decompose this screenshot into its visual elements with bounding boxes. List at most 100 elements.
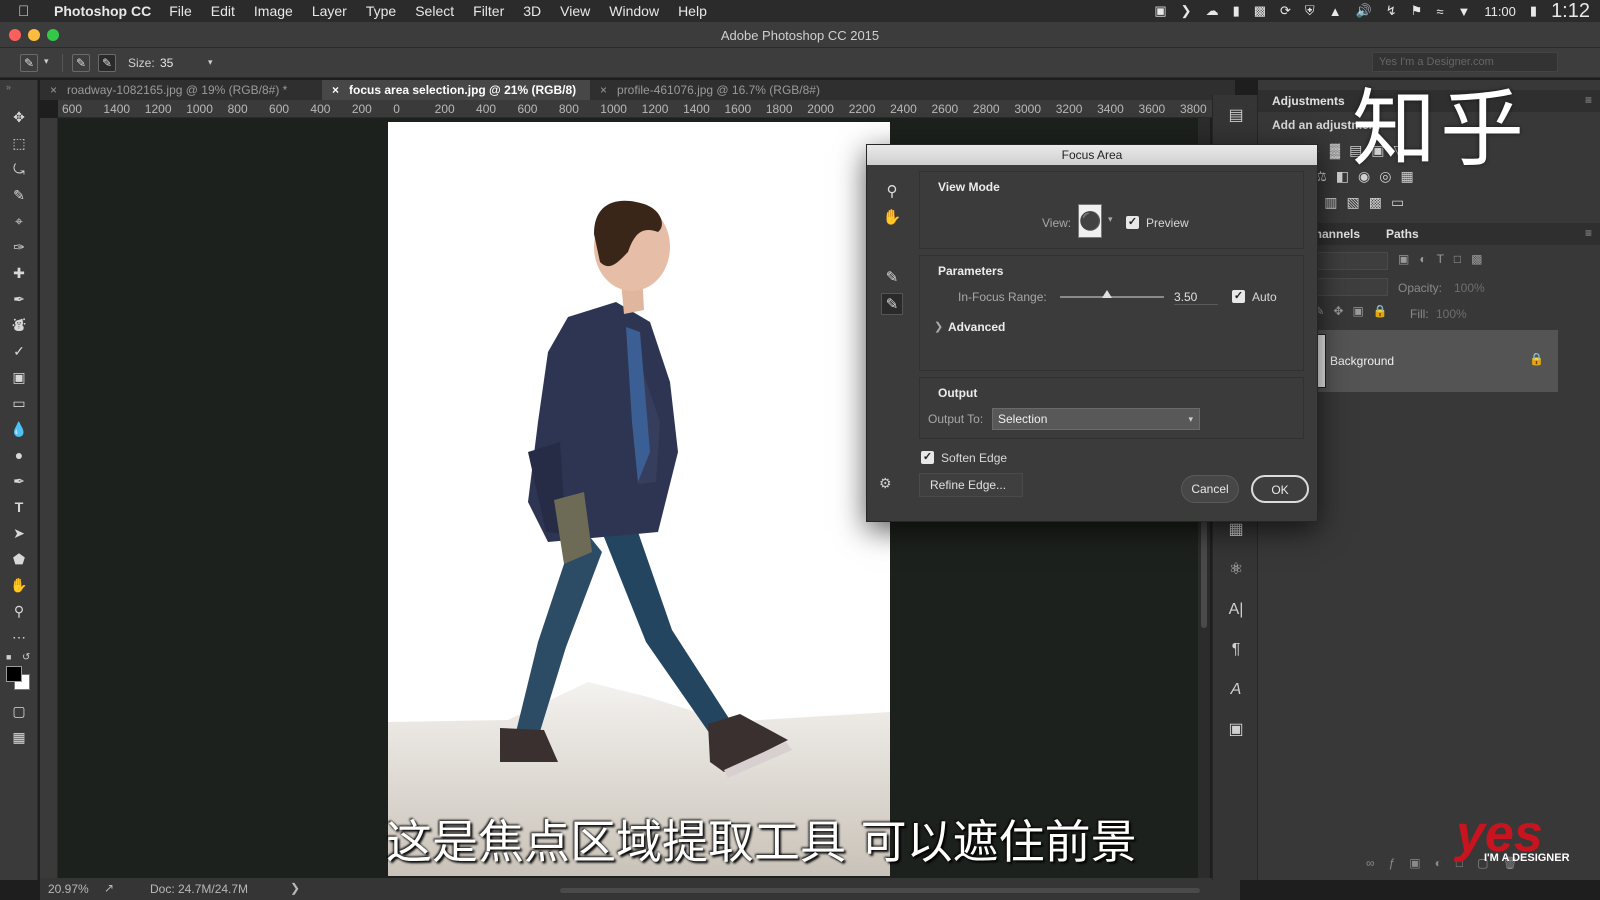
clone-stamp-tool-icon[interactable]: ⛇ — [8, 314, 30, 336]
zoom-level[interactable]: 20.97% — [48, 882, 89, 896]
panel-menu-icon[interactable]: ≡ — [1585, 93, 1592, 107]
menu-file[interactable]: File — [169, 3, 192, 19]
soften-edge-checkbox[interactable]: ✓ — [921, 451, 934, 464]
tab-focus-area-selection[interactable]: × focus area selection.jpg @ 21% (RGB/8) — [322, 80, 590, 100]
character-panel-icon[interactable]: A| — [1225, 599, 1247, 621]
screen-mode-icon[interactable]: ▦ — [8, 726, 30, 748]
move-tool-icon[interactable]: ✥ — [8, 106, 30, 128]
new-adjustment-icon[interactable]: ◐ — [1435, 856, 1456, 870]
hand-tool-icon[interactable]: ✋ — [881, 207, 903, 229]
drive-icon[interactable]: ▲ — [1329, 4, 1342, 19]
horizontal-scrollbar[interactable] — [560, 888, 1200, 893]
advanced-chevron-icon[interactable]: ❯ — [934, 320, 943, 333]
in-focus-range-value[interactable]: 3.50 — [1174, 290, 1218, 305]
adjustments-title[interactable]: Adjustments — [1272, 94, 1345, 108]
dodge-tool-icon[interactable]: ● — [8, 444, 30, 466]
menu-3d[interactable]: 3D — [523, 3, 541, 19]
eraser-tool-icon[interactable]: ▣ — [8, 366, 30, 388]
tool-preset-icon[interactable]: ✎ — [20, 54, 38, 72]
in-focus-range-slider[interactable] — [1060, 296, 1164, 298]
swatches-panel-icon[interactable]: ▦ — [1225, 519, 1247, 541]
tab-paths[interactable]: Paths — [1386, 227, 1419, 241]
cancel-button[interactable]: Cancel — [1181, 475, 1239, 503]
view-dropdown-icon[interactable]: ▾ — [1108, 214, 1113, 225]
menu-window[interactable]: Window — [609, 3, 659, 19]
notes-panel-icon[interactable]: ▣ — [1225, 719, 1247, 741]
panel-collapse-icon[interactable]: » — [6, 82, 11, 92]
default-colors-icon[interactable]: ■ — [6, 652, 11, 662]
export-icon[interactable]: ↗ — [104, 881, 114, 895]
battery-menu-icon[interactable]: ▮ — [1233, 3, 1240, 19]
shield-icon[interactable]: ⛨ — [1305, 3, 1315, 19]
vertical-ruler[interactable] — [40, 118, 58, 880]
layer-style-icon[interactable]: ƒ — [1389, 856, 1410, 870]
foreground-color-swatch[interactable] — [6, 666, 22, 682]
menu-type[interactable]: Type — [366, 3, 396, 19]
gradient-map-icon[interactable]: ▭ — [1391, 194, 1413, 210]
brush-presets-icon[interactable]: ⚛ — [1225, 559, 1247, 581]
menu-layer[interactable]: Layer — [312, 3, 347, 19]
link-layers-icon[interactable]: ∞ — [1366, 856, 1389, 870]
ok-button[interactable]: OK — [1251, 475, 1309, 503]
hand-tool-icon[interactable]: ✋ — [8, 574, 30, 596]
flag-icon[interactable]: ⚑ — [1411, 3, 1423, 19]
threshold-icon[interactable]: ▧ — [1346, 194, 1368, 210]
in-focus-range-slider-thumb[interactable] — [1101, 290, 1112, 298]
wifi-icon[interactable]: ≈ — [1436, 4, 1443, 19]
posterize-icon[interactable]: ▥ — [1324, 194, 1346, 210]
levels-icon[interactable]: ▓ — [1330, 142, 1349, 158]
app-menu[interactable]: Photoshop CC — [54, 3, 151, 19]
path-selection-tool-icon[interactable]: ➤ — [8, 522, 30, 544]
focus-area-add-tool-icon[interactable]: ✎ — [881, 267, 903, 289]
zoom-tool-icon[interactable]: ⚲ — [8, 600, 30, 622]
zoom-tool-icon[interactable]: ⚲ — [881, 181, 903, 203]
layer-name[interactable]: Background — [1330, 354, 1394, 368]
shape-tool-icon[interactable]: ⬟ — [8, 548, 30, 570]
menu-filter[interactable]: Filter — [473, 3, 504, 19]
pen-tool-icon[interactable]: ✒ — [8, 470, 30, 492]
healing-brush-tool-icon[interactable]: ✚ — [8, 262, 30, 284]
swap-colors-icon[interactable]: ↺ — [22, 652, 30, 663]
cloud-icon[interactable]: ☁ — [1206, 3, 1219, 19]
preview-checkbox[interactable]: ✓ — [1126, 216, 1139, 229]
volume-icon[interactable]: 🔊 — [1356, 3, 1372, 19]
focus-area-subtract-tool-icon[interactable]: ✎ — [881, 293, 903, 315]
glyphs-panel-icon[interactable]: A — [1225, 679, 1247, 701]
tab-profile[interactable]: × profile-461076.jpg @ 16.7% (RGB/8#) — [590, 80, 858, 100]
tab-roadway[interactable]: × roadway-1082165.jpg @ 19% (RGB/8#) * — [40, 80, 326, 100]
view-mode-thumbnail[interactable]: ⚫ — [1078, 204, 1102, 238]
menu-edit[interactable]: Edit — [211, 3, 235, 19]
close-tab-icon[interactable]: × — [50, 83, 57, 97]
document-photo[interactable] — [388, 122, 890, 876]
more-tools-icon[interactable]: ⋯ — [8, 626, 30, 648]
screen-record-icon[interactable]: ▣ — [1154, 3, 1166, 19]
add-brush-icon[interactable]: ✎ — [72, 54, 90, 72]
blur-tool-icon[interactable]: 💧 — [8, 418, 30, 440]
eyedropper-tool-icon[interactable]: ✑ — [8, 236, 30, 258]
marquee-tool-icon[interactable]: ⬚ — [8, 132, 30, 154]
output-to-select[interactable]: Selection ▾ — [992, 408, 1200, 430]
chevron-right-icon[interactable]: ❯ — [1181, 3, 1192, 19]
fill-value[interactable]: 100% — [1436, 307, 1467, 321]
auto-checkbox[interactable]: ✓ — [1232, 290, 1245, 303]
bluetooth-icon[interactable]: ↯ — [1386, 3, 1397, 19]
preset-dropdown-icon[interactable]: ▾ — [44, 56, 49, 67]
quick-selection-tool-icon[interactable]: ✎ — [8, 184, 30, 206]
paragraph-panel-icon[interactable]: ¶ — [1225, 639, 1247, 661]
selective-color-icon[interactable]: ▩ — [1369, 194, 1391, 210]
menu-help[interactable]: Help — [678, 3, 707, 19]
menu-image[interactable]: Image — [254, 3, 293, 19]
sync-icon[interactable]: ⟳ — [1280, 3, 1291, 19]
add-mask-icon[interactable]: ▣ — [1409, 856, 1434, 870]
gradient-tool-icon[interactable]: ▭ — [8, 392, 30, 414]
refine-edge-button[interactable]: Refine Edge... — [919, 473, 1023, 497]
brush-tool-icon[interactable]: ✒ — [8, 288, 30, 310]
type-tool-icon[interactable]: T — [8, 496, 30, 518]
crop-tool-icon[interactable]: ⌖ — [8, 210, 30, 232]
menu-select[interactable]: Select — [415, 3, 454, 19]
layer-filter-icons[interactable]: ▣◐T□▩ — [1398, 252, 1493, 266]
close-tab-icon[interactable]: × — [600, 83, 607, 97]
lasso-tool-icon[interactable]: ⤿ — [8, 158, 30, 180]
history-panel-icon[interactable]: ▤ — [1225, 105, 1247, 127]
status-menu-arrow-icon[interactable]: ❯ — [290, 881, 300, 895]
